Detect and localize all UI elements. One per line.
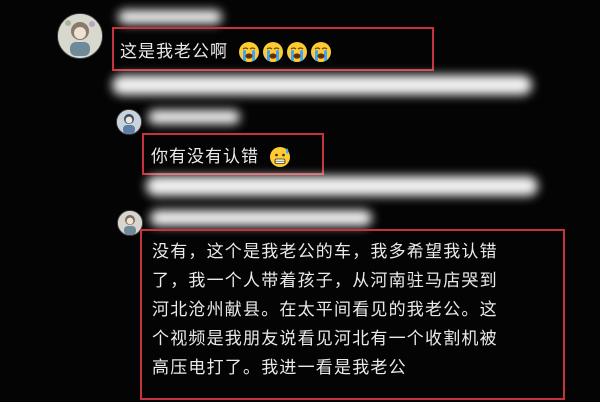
message-line: 河北沧州献县。在太平间看见的我老公。这 (152, 300, 498, 320)
message-line: 没有，这个是我老公的车，我多希望我认错 (152, 242, 498, 262)
emoji-group (238, 41, 334, 63)
chat-message-3[interactable]: 没有，这个是我老公的车，我多希望我认错 了，我一个人带着孩子，从河南驻马店哭到 … (152, 238, 552, 383)
redacted-username (118, 10, 222, 24)
avatar-illustration-icon (117, 110, 141, 134)
message-text: 你有没有认错 (151, 147, 259, 167)
message-line: 了，我一个人带着孩子，从河南驻马店哭到 (152, 271, 498, 291)
emoji-group (269, 146, 293, 168)
redacted-username (150, 210, 372, 226)
chat-message-2[interactable]: 你有没有认错 (151, 142, 293, 168)
loudly-crying-face-icon (286, 41, 308, 63)
chat-screen: 这是我老公啊 你有没有认错 没有，这个是我老公的车，我多希望我认错 了，我一个人… (0, 0, 600, 402)
message-line: 个视频是我朋友说看见河北有一个收割机被 (152, 329, 498, 349)
chat-message-1[interactable]: 这是我老公啊 (120, 37, 334, 63)
avatar-illustration-icon (118, 211, 142, 235)
loudly-crying-face-icon (262, 41, 284, 63)
user-avatar[interactable] (116, 109, 142, 135)
redacted-message (146, 176, 538, 196)
loudly-crying-face-icon (238, 41, 260, 63)
redacted-username (148, 110, 240, 124)
avatar-illustration-icon (58, 14, 102, 58)
message-line: 高压电打了。我进一看是我老公 (152, 358, 407, 378)
user-avatar[interactable] (57, 13, 103, 59)
grimacing-sweat-face-icon (269, 146, 291, 168)
message-text: 这是我老公啊 (120, 42, 228, 62)
loudly-crying-face-icon (310, 41, 332, 63)
redacted-message (112, 75, 532, 95)
